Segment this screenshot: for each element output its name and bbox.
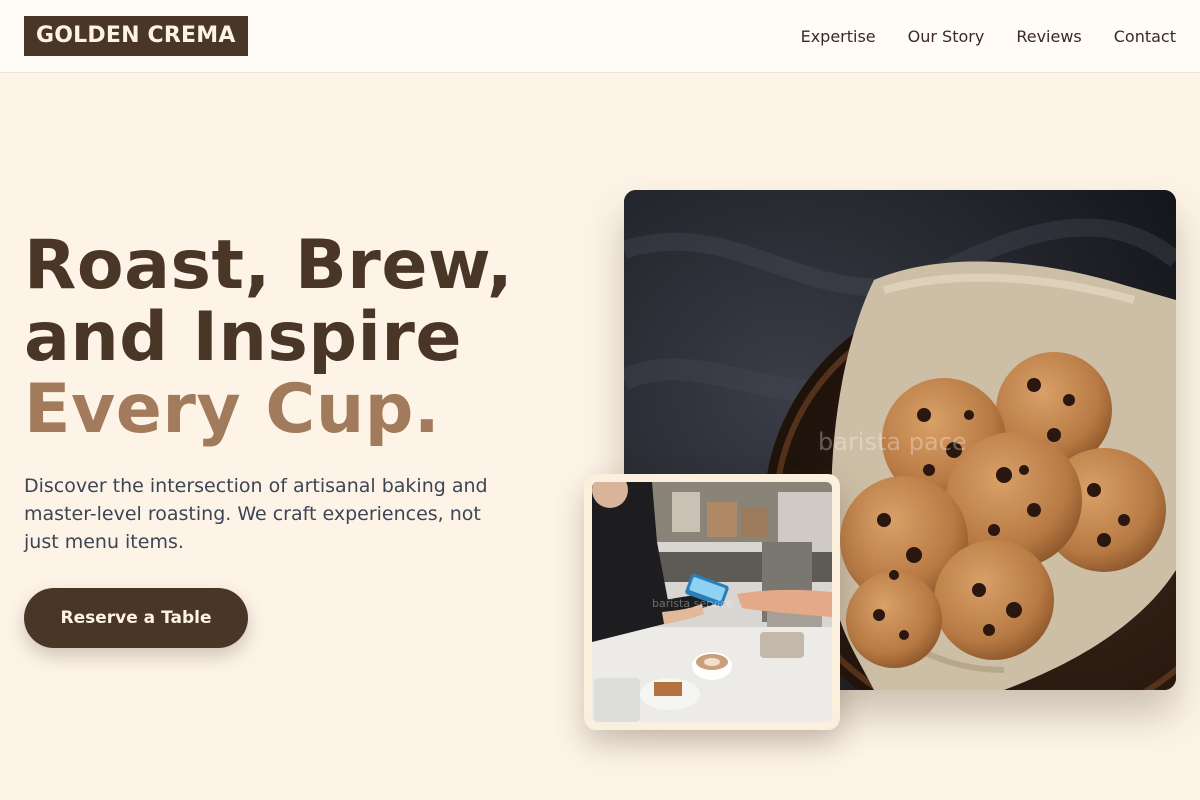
site-header: GOLDEN CREMA Expertise Our Story Reviews… bbox=[0, 0, 1200, 73]
headline-line-2: and Inspire bbox=[24, 298, 462, 377]
photo-watermark: barista pace bbox=[818, 428, 967, 456]
headline-accent: Every Cup. bbox=[24, 370, 441, 449]
headline-line-1: Roast, Brew, bbox=[24, 226, 514, 305]
hero-subtext: Discover the intersection of artisanal b… bbox=[24, 475, 488, 553]
nav-link-our-story[interactable]: Our Story bbox=[908, 27, 985, 46]
inset-watermark: barista service bbox=[652, 597, 733, 610]
inset-photo-frame: barista service bbox=[584, 474, 840, 730]
main-nav: Expertise Our Story Reviews Contact bbox=[801, 0, 1176, 72]
hero-headline: Roast, Brew, and Inspire Every Cup. bbox=[24, 230, 584, 446]
reserve-table-button[interactable]: Reserve a Table bbox=[24, 588, 248, 648]
logo[interactable]: GOLDEN CREMA bbox=[24, 16, 248, 56]
nav-link-reviews[interactable]: Reviews bbox=[1016, 27, 1081, 46]
nav-link-expertise[interactable]: Expertise bbox=[801, 27, 876, 46]
nav-link-contact[interactable]: Contact bbox=[1114, 27, 1176, 46]
